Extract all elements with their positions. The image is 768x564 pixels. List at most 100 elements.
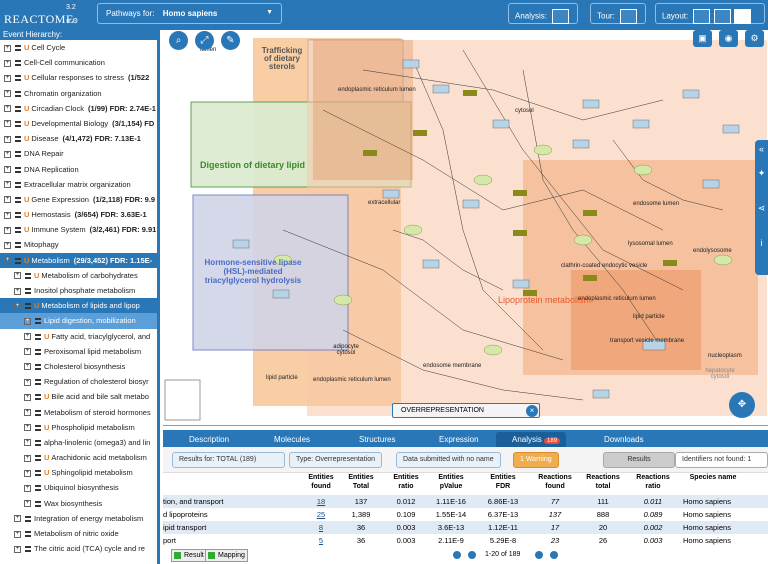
collapse-icon[interactable]: « — [755, 144, 768, 154]
expand-icon[interactable]: + — [14, 272, 21, 280]
expand-icon[interactable]: + — [14, 545, 21, 553]
sidebar-item[interactable]: + U Metabolism (29/3,452) FDR: 1.15E- — [0, 252, 157, 268]
tab-downloads[interactable]: Downloads — [588, 432, 644, 447]
sidebar-item[interactable]: + Metabolism of steroid hormones — [0, 405, 157, 420]
col-entities-found[interactable]: Entities found — [303, 473, 339, 491]
col-reactions-total[interactable]: Reactions total — [583, 473, 623, 491]
sidebar-item[interactable]: + Peroxisomal lipid metabolism — [0, 344, 157, 359]
prev-page-icon[interactable] — [468, 551, 476, 559]
result-download-button[interactable]: Result — [171, 549, 207, 562]
share-icon[interactable]: ⋖ — [755, 203, 768, 214]
sidebar-item[interactable]: + Extracellular matrix organization — [0, 177, 157, 192]
expand-icon[interactable]: + — [4, 211, 11, 219]
expand-icon[interactable]: + — [4, 241, 11, 249]
sidebar-item[interactable]: + The citric acid (TCA) cycle and re — [0, 541, 157, 556]
sidebar-item[interactable]: + U Circadian Clock (1/99) FDR: 2.74E-1 — [0, 101, 157, 116]
col-entities-ratio[interactable]: Entities ratio — [388, 473, 424, 491]
expand-icon[interactable]: + — [24, 393, 31, 401]
table-cell-found[interactable]: 18 — [303, 495, 339, 508]
sidebar-item[interactable]: + Metabolism of nitric oxide — [0, 526, 157, 541]
sidebar-item[interactable]: + U Immune System (3/2,461) FDR: 9.91 — [0, 222, 157, 237]
results-tab[interactable]: Results — [603, 452, 675, 468]
layout-right-icon[interactable] — [733, 9, 751, 24]
analysis-icon[interactable] — [552, 9, 570, 24]
expand-icon[interactable]: + — [24, 348, 31, 356]
expand-icon[interactable]: + — [24, 469, 31, 477]
expand-icon[interactable]: + — [4, 196, 11, 204]
expand-icon[interactable]: + — [24, 317, 31, 325]
image-export-icon[interactable]: ▣ — [693, 30, 712, 47]
sidebar-item[interactable]: + alpha-linolenic (omega3) and lin — [0, 435, 157, 450]
layout-left-icon[interactable] — [693, 9, 711, 24]
tab-description[interactable]: Description — [173, 432, 229, 447]
sidebar-item[interactable]: + Integration of energy metabolism — [0, 511, 157, 526]
sidebar-item[interactable]: + U Arachidonic acid metabolism — [0, 450, 157, 465]
expand-icon[interactable]: + — [4, 181, 11, 189]
sidebar-item[interactable]: + Cell-Cell communication — [0, 55, 157, 70]
table-cell-found[interactable]: 5 — [303, 534, 339, 547]
sidebar-item[interactable]: + U Metabolism of lipids and lipop — [0, 298, 157, 314]
close-icon[interactable]: × — [526, 405, 538, 417]
reactome-logo[interactable]: REACTOME 3.2 ≡ ⚙ — [4, 2, 78, 28]
camera-icon[interactable]: ◉ — [719, 30, 738, 47]
expand-icon[interactable]: + — [4, 166, 11, 174]
fireworks-icon[interactable]: ✦ — [755, 168, 768, 179]
submitted-data-button[interactable]: Data submitted with no name — [396, 452, 501, 468]
expand-icon[interactable]: + — [24, 409, 31, 417]
sidebar-item[interactable]: + U Metabolism of carbohydrates — [0, 268, 157, 283]
sidebar-item[interactable]: + U Cell Cycle — [0, 40, 157, 55]
expand-icon[interactable]: + — [4, 120, 11, 128]
sidebar-item[interactable]: + U Cellular responses to stress (1/522 — [0, 70, 157, 85]
warning-button[interactable]: 1 Warning — [513, 452, 559, 468]
expand-icon[interactable]: + — [4, 90, 11, 98]
col-entities-fdr[interactable]: Entities FDR — [483, 473, 523, 491]
col-entities-pvalue[interactable]: Entities pValue — [431, 473, 471, 491]
expand-icon[interactable]: + — [24, 439, 31, 447]
search-icon[interactable]: ⌕ — [169, 31, 188, 50]
tab-structures[interactable]: Structures — [343, 432, 395, 447]
sidebar-item[interactable]: + U Sphingolipid metabolism — [0, 465, 157, 480]
expand-icon[interactable]: + — [24, 454, 31, 462]
table-row[interactable]: port 5 36 0.003 2.11E-9 5.29E-8 23 26 0.003 Homo … — [163, 534, 768, 547]
sidebar-item[interactable]: + Regulation of cholesterol biosyr — [0, 374, 157, 389]
expand-icon[interactable]: + — [24, 333, 31, 341]
sidebar-item[interactable]: + Chromatin organization — [0, 86, 157, 101]
expand-icon[interactable]: + — [14, 515, 21, 523]
analysis-control[interactable]: Analysis: — [508, 3, 578, 24]
next-page-icon[interactable] — [535, 551, 543, 559]
sidebar-item[interactable]: + DNA Replication — [0, 162, 157, 177]
expand-icon[interactable]: + — [4, 44, 11, 52]
table-row[interactable]: ipid transport 8 36 0.003 3.6E-13 1.12E-11 17 2… — [163, 521, 768, 534]
mapping-download-button[interactable]: Mapping — [205, 549, 248, 562]
expand-icon[interactable]: + — [4, 226, 11, 234]
not-found-tab[interactable]: Identifiers not found: 1 — [675, 452, 768, 468]
expand-icon[interactable]: + — [4, 135, 11, 143]
first-page-icon[interactable] — [453, 551, 461, 559]
tab-analysis[interactable]: Analysis 189 — [496, 432, 567, 447]
expand-icon[interactable]: + — [24, 378, 31, 386]
expand-icon[interactable]: + — [4, 150, 11, 158]
tab-expression[interactable]: Expression — [423, 432, 479, 447]
sidebar-item[interactable]: + U Developmental Biology (3/1,154) FD — [0, 116, 157, 131]
expand-icon[interactable]: + — [24, 424, 31, 432]
sidebar-item[interactable]: + U Phospholipid metabolism — [0, 420, 157, 435]
layout-center-icon[interactable] — [713, 9, 731, 24]
sidebar-item[interactable]: + Wax biosynthesis — [0, 496, 157, 511]
tour-icon[interactable] — [620, 9, 638, 24]
col-entities-total[interactable]: Entities Total — [343, 473, 379, 491]
table-row[interactable]: d lipoproteins 25 1,389 0.109 1.55E-14 6.37E-… — [163, 508, 768, 521]
info-icon[interactable]: i — [755, 238, 768, 248]
expand-icon[interactable]: + — [24, 500, 31, 508]
sidebar-item[interactable]: + U Gene Expression (1/2,118) FDR: 9.9 — [0, 192, 157, 207]
species-selector[interactable]: Pathways for: Homo sapiens ▼ — [97, 3, 282, 24]
sidebar-item[interactable]: + Cholesterol biosynthesis — [0, 359, 157, 374]
col-reactions-ratio[interactable]: Reactions ratio — [633, 473, 673, 491]
last-page-icon[interactable] — [550, 551, 558, 559]
expand-icon[interactable]: + — [14, 302, 21, 310]
sidebar-item[interactable]: + U Bile acid and bile salt metabo — [0, 389, 157, 404]
col-species-name[interactable]: Species name — [683, 473, 743, 482]
expand-icon[interactable]: + — [24, 484, 31, 492]
sidebar-item[interactable]: + DNA Repair — [0, 146, 157, 161]
sidebar-item[interactable]: + Lipid digestion, mobilization — [0, 313, 157, 329]
results-for-dropdown[interactable]: Results for: TOTAL (189) — [172, 452, 285, 468]
